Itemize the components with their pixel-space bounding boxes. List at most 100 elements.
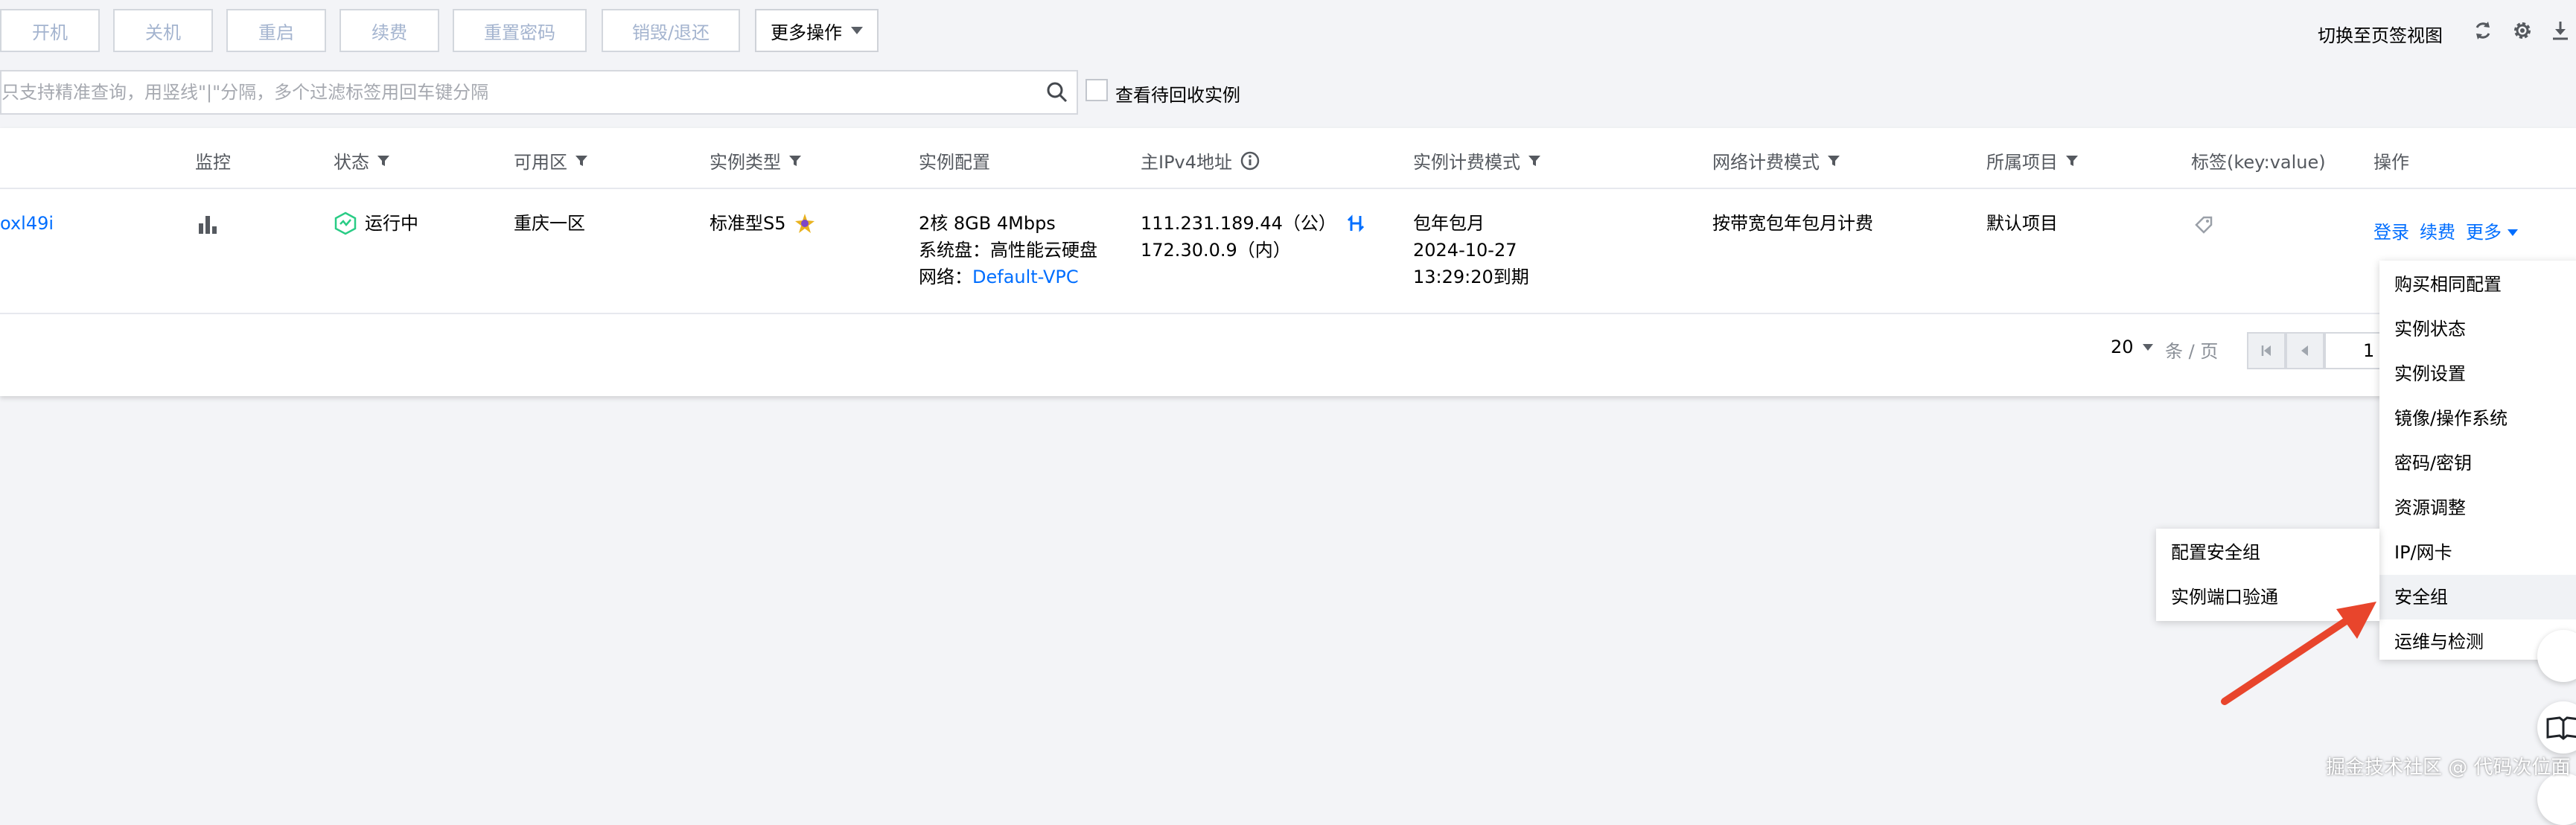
ip-public-text: 111.231.189.44（公）	[1141, 213, 1336, 234]
instance-table: 监控 状态 可用区 实例类型 实例配置 主IPv4地址 实例计费模式 网络计费模…	[0, 128, 2576, 396]
menu-item-resource-adjust[interactable]: 资源调整	[2379, 485, 2576, 530]
page-size-value: 20	[2111, 337, 2134, 357]
config-line-1: 2核 8GB 4Mbps	[919, 213, 1056, 234]
menu-item-buy-same-config[interactable]: 购买相同配置	[2379, 262, 2576, 307]
header-type[interactable]: 实例类型	[710, 147, 802, 173]
header-config: 实例配置	[919, 147, 990, 173]
swap-icon[interactable]	[1345, 213, 1366, 234]
red-arrow-annotation	[2221, 602, 2376, 705]
first-page-button[interactable]	[2247, 332, 2286, 369]
filter-icon[interactable]	[2065, 154, 2079, 168]
status-badge: 运行中	[334, 210, 418, 237]
prev-page-icon	[2301, 345, 2308, 356]
header-billing-label: 实例计费模式	[1413, 152, 1520, 173]
search-box	[0, 70, 1078, 115]
project-text: 默认项目	[1986, 213, 2058, 234]
filter-icon[interactable]	[377, 154, 390, 168]
floating-more-button[interactable]	[2537, 773, 2576, 825]
filter-icon[interactable]	[788, 154, 802, 168]
tag-icon[interactable]	[2193, 214, 2214, 235]
chevron-down-icon	[851, 27, 863, 34]
switch-tab-view-link[interactable]: 切换至页签视图	[2318, 21, 2443, 47]
instance-type-text: 标准型S5	[710, 213, 786, 234]
search-input[interactable]	[1, 71, 1029, 113]
instance-id-link[interactable]: oxl49i	[0, 210, 54, 237]
ip-public: 111.231.189.44（公）	[1141, 210, 1366, 237]
renew-button[interactable]: 续费	[339, 9, 439, 52]
header-type-label: 实例类型	[710, 152, 781, 173]
watermark: 掘金技术社区 @ 代码次位面	[2326, 756, 2571, 779]
row-actions: 登录 续费 更多	[2373, 219, 2518, 246]
page-unit-label: 条 / 页	[2165, 341, 2219, 362]
gear-icon[interactable]	[2511, 19, 2534, 42]
header-actions: 操作	[2373, 152, 2409, 173]
download-icon[interactable]	[2549, 19, 2572, 42]
login-link[interactable]: 登录	[2373, 219, 2409, 246]
caret-down-icon	[2508, 229, 2518, 236]
header-ipv4: 主IPv4地址	[1141, 147, 1260, 173]
ip-private-text: 172.30.0.9（内）	[1141, 240, 1291, 261]
config-line-2: 系统盘：高性能云硬盘	[919, 240, 1097, 261]
destroy-return-button[interactable]: 销毁/退还	[602, 9, 740, 52]
status-text: 运行中	[365, 213, 418, 234]
header-zone-label: 可用区	[514, 152, 567, 173]
filter-icon[interactable]	[575, 154, 588, 168]
row-divider	[0, 313, 2576, 314]
header-billing[interactable]: 实例计费模式	[1413, 147, 1541, 173]
menu-item-security-group[interactable]: 安全组	[2379, 575, 2576, 619]
header-project-label: 所属项目	[1986, 152, 2058, 173]
recycle-instances-checkbox[interactable]	[1085, 79, 1108, 101]
info-icon[interactable]	[1240, 150, 1260, 171]
chevron-down-icon	[2142, 343, 2153, 351]
submenu-item-configure-security-group[interactable]: 配置安全组	[2156, 530, 2379, 575]
billing-date-text: 2024-10-27	[1413, 240, 1517, 261]
refresh-icon[interactable]	[2472, 19, 2494, 42]
reset-password-button[interactable]: 重置密码	[453, 9, 587, 52]
header-project[interactable]: 所属项目	[1986, 147, 2079, 173]
power-off-button[interactable]: 关机	[113, 9, 213, 52]
header-status-label: 状态	[334, 152, 369, 173]
renew-link[interactable]: 续费	[2420, 219, 2455, 246]
bar-chart-icon[interactable]	[197, 213, 219, 235]
menu-item-instance-settings[interactable]: 实例设置	[2379, 351, 2576, 396]
zone-text: 重庆一区	[514, 213, 585, 234]
header-ipv4-label: 主IPv4地址	[1141, 152, 1233, 173]
more-actions-label: 更多操作	[771, 22, 842, 43]
menu-item-password-key[interactable]: 密码/密钥	[2379, 441, 2576, 485]
instance-type: 标准型S5	[710, 210, 816, 237]
header-status[interactable]: 状态	[334, 147, 390, 173]
restart-button[interactable]: 重启	[226, 9, 326, 52]
power-on-button[interactable]: 开机	[0, 9, 100, 52]
prev-page-button[interactable]	[2286, 332, 2324, 369]
header-zone[interactable]: 可用区	[514, 147, 588, 173]
search-icon[interactable]	[1045, 80, 1069, 104]
header-tags: 标签(key:value)	[2191, 152, 2326, 173]
header-monitor-label: 监控	[195, 152, 231, 173]
header-net-billing[interactable]: 网络计费模式	[1712, 147, 1840, 173]
config-line-3: 网络：Default-VPC	[919, 264, 1079, 290]
header-monitor: 监控	[195, 147, 231, 173]
running-status-icon	[334, 211, 357, 235]
toolbar: 开机 关机 重启 续费 重置密码 销毁/退还 更多操作	[0, 9, 2576, 55]
filter-icon[interactable]	[1827, 154, 1840, 168]
floating-doc-button[interactable]	[2537, 701, 2576, 754]
type-badge-icon	[794, 214, 814, 233]
billing-expire-text: 13:29:20到期	[1413, 267, 1529, 287]
book-icon	[2546, 716, 2576, 740]
more-link[interactable]: 更多	[2466, 219, 2518, 246]
menu-item-ip-nic[interactable]: IP/网卡	[2379, 530, 2576, 575]
more-link-label: 更多	[2466, 222, 2502, 243]
header-config-label: 实例配置	[919, 152, 990, 173]
menu-item-instance-status[interactable]: 实例状态	[2379, 307, 2576, 351]
net-billing-text: 按带宽包年包月计费	[1712, 213, 1873, 234]
more-actions-menu: 购买相同配置 实例状态 实例设置 镜像/操作系统 密码/密钥 资源调整 IP/网…	[2379, 261, 2576, 660]
filter-icon[interactable]	[1528, 154, 1541, 168]
more-actions-dropdown[interactable]: 更多操作	[755, 9, 879, 52]
first-page-icon	[2261, 345, 2271, 356]
page-number-input[interactable]: 1	[2324, 332, 2384, 369]
recycle-instances-label: 查看待回收实例	[1115, 85, 1240, 106]
vpc-link[interactable]: Default-VPC	[972, 267, 1079, 287]
page-size-select[interactable]: 20	[2111, 337, 2153, 357]
network-label: 网络：	[919, 267, 972, 287]
menu-item-image-os[interactable]: 镜像/操作系统	[2379, 396, 2576, 441]
